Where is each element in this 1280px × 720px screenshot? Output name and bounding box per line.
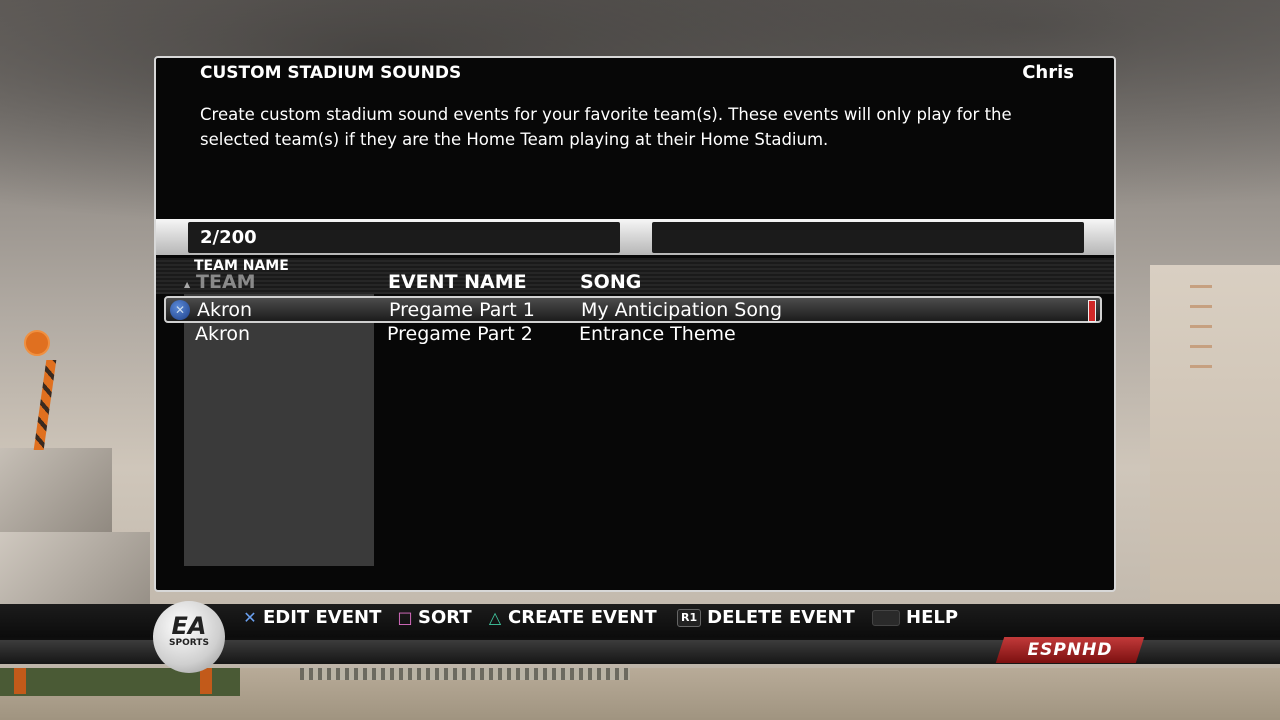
row-event-name: Pregame Part 2 (387, 323, 533, 345)
ea-logo-text: EA (171, 612, 207, 640)
control-label: CREATE EVENT (508, 607, 657, 628)
row-song: My Anticipation Song (581, 299, 783, 321)
goalpost-pylon (24, 330, 57, 450)
count-bar-empty-field (652, 222, 1084, 253)
control-delete-event[interactable]: R1 DELETE EVENT (677, 606, 855, 630)
scrollbar-thumb[interactable] (1088, 300, 1096, 322)
select-button-icon (872, 610, 900, 626)
custom-stadium-sounds-panel: CUSTOM STADIUM SOUNDS Chris Create custo… (154, 56, 1116, 592)
ea-sports-logo: EA SPORTS (153, 601, 225, 673)
row-team: Akron (195, 323, 251, 345)
control-label: HELP (906, 607, 959, 628)
field-marker (14, 668, 26, 694)
cross-button-icon: ✕ (243, 608, 257, 627)
r1-button-icon: R1 (677, 609, 702, 627)
column-header-event-name[interactable]: EVENT NAME (388, 271, 527, 293)
control-edit-event[interactable]: ✕ EDIT EVENT (242, 606, 381, 630)
event-counter: 2/200 (188, 222, 620, 253)
panel-title: CUSTOM STADIUM SOUNDS (200, 63, 462, 83)
square-button-icon: □ (397, 608, 413, 627)
espn-hd-logo: ESPNHD (995, 637, 1145, 663)
background-stand-left-lower (0, 532, 150, 612)
column-header-song[interactable]: SONG (580, 271, 641, 293)
ea-logo-subtext: SPORTS (169, 638, 209, 648)
field-marker (200, 668, 212, 694)
column-header-team[interactable]: TEAM (196, 271, 256, 293)
user-name: Chris (1022, 62, 1074, 83)
background-stand-right (1150, 265, 1280, 605)
row-team: Akron (197, 299, 253, 321)
control-help[interactable]: HELP (872, 606, 958, 630)
control-create-event[interactable]: △ CREATE EVENT (487, 606, 657, 630)
cross-button-icon: ✕ (170, 300, 190, 320)
background-crowd (300, 668, 630, 680)
row-event-name: Pregame Part 1 (389, 299, 535, 321)
sort-ascending-icon: ▲ (184, 280, 191, 289)
table-row[interactable]: Akron Pregame Part 2 Entrance Theme (164, 322, 1102, 349)
control-label: EDIT EVENT (263, 607, 382, 628)
triangle-button-icon: △ (488, 608, 502, 627)
panel-description: Create custom stadium sound events for y… (200, 105, 1012, 149)
control-label: SORT (418, 607, 472, 628)
table-header: TEAM NAME ▲ TEAM EVENT NAME SONG (156, 258, 1114, 294)
espn-hd-text: ESPNHD (1027, 640, 1113, 660)
control-sort[interactable]: □ SORT (397, 606, 472, 630)
table-row[interactable]: ✕ Akron Pregame Part 1 My Anticipation S… (164, 296, 1102, 323)
control-label: DELETE EVENT (707, 607, 855, 628)
count-bar: 2/200 (156, 219, 1114, 255)
row-song: Entrance Theme (579, 323, 736, 345)
